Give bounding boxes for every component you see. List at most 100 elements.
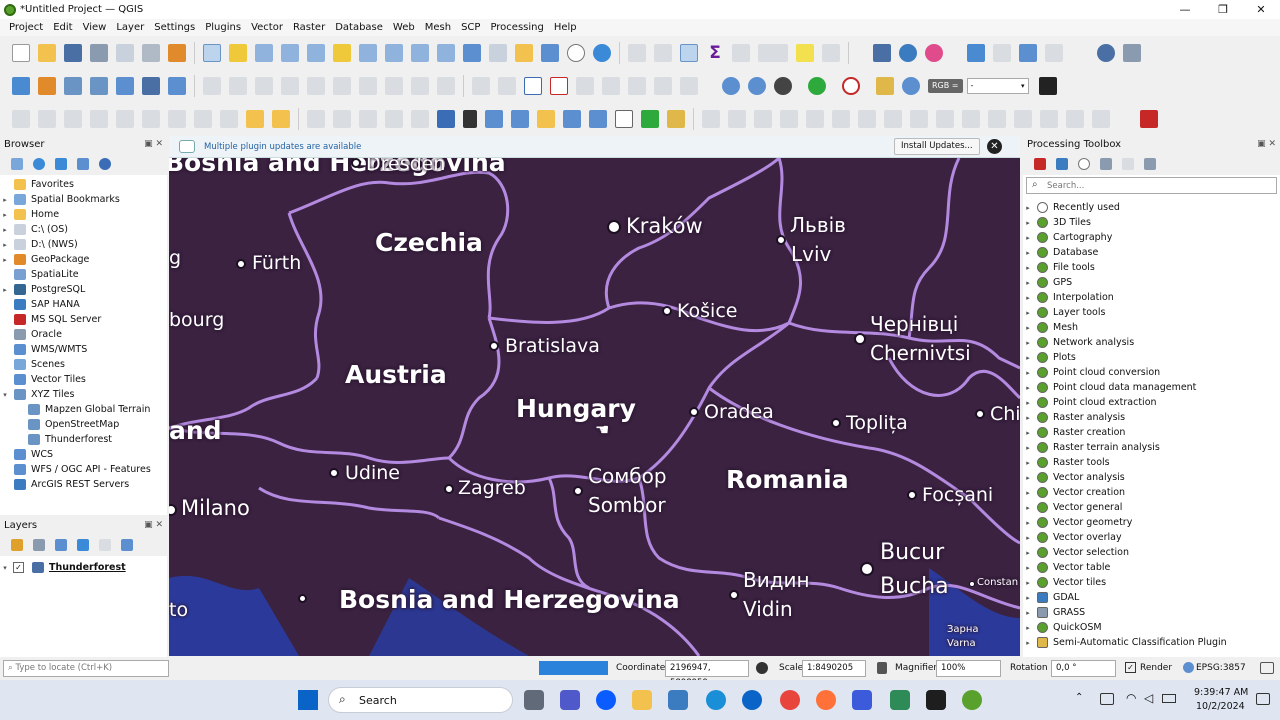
new-temp-layer-icon[interactable] [116, 76, 134, 95]
processing-provider-item[interactable]: ▸ GPS [1023, 275, 1280, 290]
paste-features-icon[interactable] [385, 76, 403, 95]
data-source-manager-icon[interactable] [12, 76, 30, 95]
offset-curve-icon[interactable] [728, 109, 746, 128]
text-annotation-box-icon[interactable] [615, 109, 633, 128]
select-by-attribute-icon[interactable] [246, 109, 264, 128]
zoom-selection-icon[interactable] [333, 43, 351, 62]
edit-features-icon[interactable] [1122, 158, 1134, 170]
menu-raster[interactable]: Raster [293, 22, 325, 33]
expand-arrow-icon[interactable]: ▸ [1023, 504, 1033, 512]
label-toolbar-icon[interactable] [472, 76, 490, 95]
new-map-view-icon[interactable] [463, 43, 481, 62]
processing-provider-item[interactable]: ▸ Point cloud data management [1023, 380, 1280, 395]
expand-arrow-icon[interactable]: ▸ [1023, 219, 1033, 227]
label-change-icon[interactable] [654, 76, 672, 95]
zoom-next-icon[interactable] [437, 43, 455, 62]
label-pin-icon[interactable] [498, 76, 516, 95]
scp-band-icon[interactable] [842, 76, 860, 95]
new-spatialite-icon[interactable] [90, 76, 108, 95]
expand-arrow-icon[interactable]: ▸ [1023, 549, 1033, 557]
split-parts-icon[interactable] [1014, 109, 1032, 128]
about-info-icon[interactable] [1097, 43, 1115, 62]
processing-provider-item[interactable]: ▸ Vector selection [1023, 545, 1280, 560]
browser-item[interactable]: Oracle [0, 327, 167, 342]
processing-provider-item[interactable]: ▸ Vector table [1023, 560, 1280, 575]
collapse-all-icon[interactable] [77, 158, 89, 170]
text-along-line-icon[interactable] [563, 109, 581, 128]
processing-provider-item[interactable]: ▸ Vector analysis [1023, 470, 1280, 485]
clock-time[interactable]: 9:39:47 AM [1194, 687, 1248, 698]
diagram-icon[interactable] [680, 76, 698, 95]
menu-mesh[interactable]: Mesh [425, 22, 451, 33]
print-layout-icon[interactable] [116, 43, 134, 62]
rotate-symbols-icon[interactable] [1092, 109, 1110, 128]
close-panel-icon[interactable]: ▣ ✕ [144, 520, 163, 530]
processing-search-box[interactable]: ⌕ [1026, 177, 1277, 194]
add-ring-icon[interactable] [832, 109, 850, 128]
browser-item[interactable]: Thunderforest [0, 432, 167, 447]
expand-arrow-icon[interactable]: ▸ [0, 196, 10, 204]
coordinate-capture-icon[interactable] [1019, 43, 1037, 62]
processing-provider-item[interactable]: ▸ Network analysis [1023, 335, 1280, 350]
rotation-spinbox[interactable]: 0,0 ° [1051, 660, 1116, 677]
new-project-icon[interactable] [12, 43, 30, 62]
scp-pencil-icon[interactable] [667, 109, 685, 128]
vertex-tool-icon[interactable] [281, 76, 299, 95]
processing-provider-item[interactable]: ▸ Vector creation [1023, 485, 1280, 500]
menu-help[interactable]: Help [554, 22, 577, 33]
filter-icon[interactable] [55, 158, 67, 170]
edge-icon[interactable] [706, 690, 726, 710]
simplify-icon[interactable] [806, 109, 824, 128]
map-tips-icon[interactable] [796, 43, 814, 62]
rgb-composite-field[interactable]: RGB = [928, 78, 963, 93]
digitize-icon[interactable] [255, 76, 273, 95]
save-project-icon[interactable] [64, 43, 82, 62]
scp-zoom-icon[interactable] [902, 76, 920, 95]
zoom-layer-icon[interactable] [359, 43, 377, 62]
reverse-line-icon[interactable] [754, 109, 772, 128]
topology-icon[interactable] [411, 109, 429, 128]
processing-gear-icon[interactable] [680, 43, 698, 62]
browser-item[interactable]: ▸ Spatial Bookmarks [0, 192, 167, 207]
globe-settings-icon[interactable] [774, 76, 792, 95]
chevron-up-icon[interactable]: ⌃ [1075, 692, 1083, 703]
expand-arrow-icon[interactable]: ▸ [1023, 444, 1033, 452]
deselect-icon[interactable] [64, 109, 82, 128]
notification-message[interactable]: Multiple plugin updates are available [204, 142, 361, 152]
browser-item[interactable]: WMS/WMTS [0, 342, 167, 357]
pointer-select-icon[interactable] [463, 109, 477, 128]
label-rotate-icon[interactable] [628, 76, 646, 95]
new-virtual-layer-icon[interactable] [142, 76, 160, 95]
browser-item[interactable]: ▾ XYZ Tiles [0, 387, 167, 402]
select-expression-icon[interactable] [168, 109, 186, 128]
expand-arrow-icon[interactable]: ▸ [1023, 624, 1033, 632]
menu-scp[interactable]: SCP [461, 22, 480, 33]
bookmark-new-icon[interactable] [515, 43, 533, 62]
style-layer-icon[interactable] [11, 539, 23, 551]
scale-combobox[interactable]: 1:8490205 [802, 660, 866, 677]
filter-legend-icon[interactable] [77, 539, 89, 551]
map-canvas[interactable]: Bosnia and Herzegovina Czechia Austria H… [169, 158, 1020, 656]
attribute-table-icon[interactable] [654, 43, 672, 62]
select-polygon-icon[interactable] [220, 109, 238, 128]
select-radius-icon[interactable] [194, 109, 212, 128]
expand-arrow-icon[interactable]: ▸ [1023, 429, 1033, 437]
expand-arrow-icon[interactable]: ▸ [1023, 639, 1033, 647]
browser-item[interactable]: OpenStreetMap [0, 417, 167, 432]
select-all-icon[interactable] [90, 109, 108, 128]
processing-provider-item[interactable]: ▸ Plots [1023, 350, 1280, 365]
processing-provider-item[interactable]: ▸ Point cloud conversion [1023, 365, 1280, 380]
merge-attributes-icon[interactable] [1066, 109, 1084, 128]
split-features-icon[interactable] [988, 109, 1006, 128]
share-icon[interactable] [808, 76, 826, 95]
expand-arrow-icon[interactable]: ▸ [1023, 594, 1033, 602]
expand-arrow-icon[interactable]: ▸ [0, 226, 10, 234]
browser-item[interactable]: Vector Tiles [0, 372, 167, 387]
processing-provider-item[interactable]: ▸ Layer tools [1023, 305, 1280, 320]
expand-arrow-icon[interactable]: ▸ [1023, 564, 1033, 572]
layer-visibility-checkbox[interactable]: ✓ [13, 562, 24, 573]
locator-input[interactable]: ⌕ Type to locate (Ctrl+K) [3, 660, 169, 677]
select-location-icon[interactable] [142, 109, 160, 128]
menu-vector[interactable]: Vector [251, 22, 283, 33]
processing-provider-item[interactable]: ▸ Vector general [1023, 500, 1280, 515]
